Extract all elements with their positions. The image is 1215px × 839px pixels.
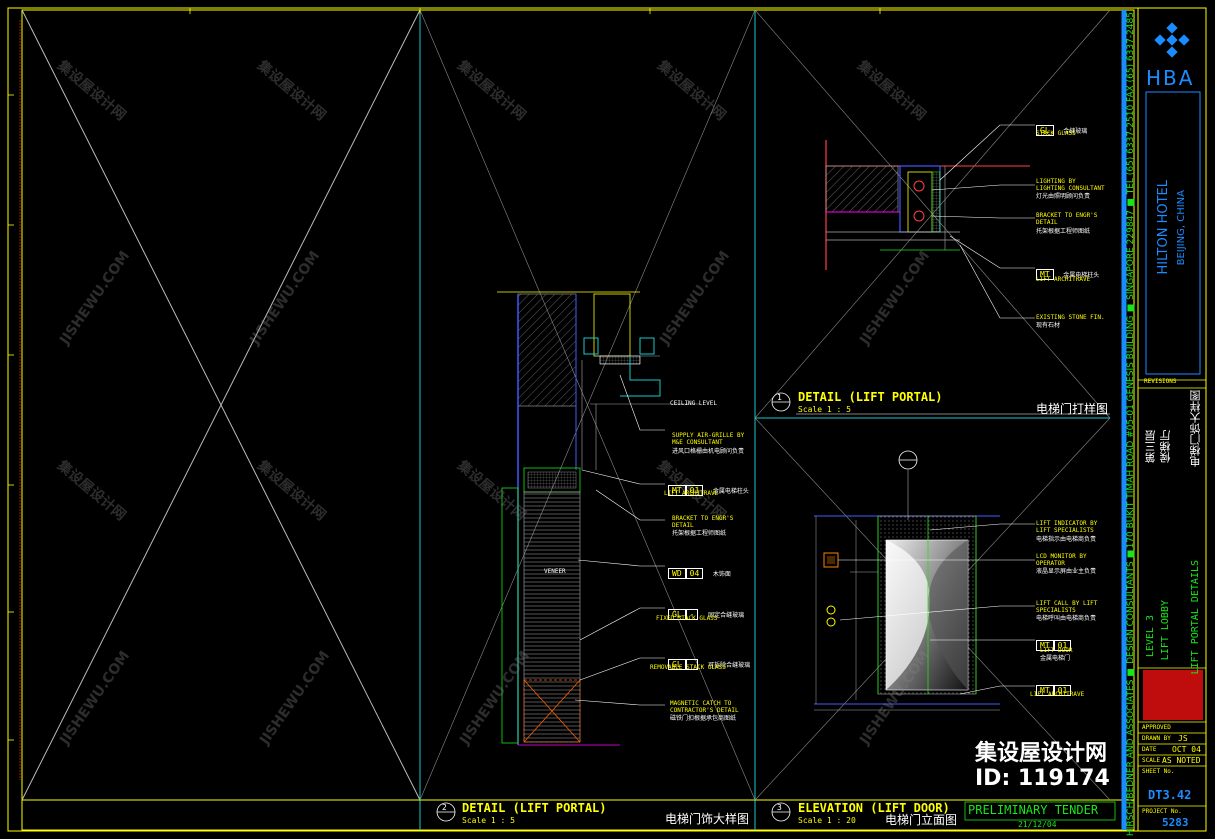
d1-number: 1	[777, 393, 782, 402]
drawn-by-value: JS	[1178, 734, 1188, 743]
d1-note-cn: 灯光由照明顾问负责	[1036, 193, 1091, 200]
d1-note-cn: 托架根据工程师图纸	[1036, 228, 1091, 235]
d2-note: BRACKET TO ENGR'S DETAIL	[672, 515, 734, 529]
d3-note: LIFT DOOR	[1040, 647, 1073, 654]
d1-note: LIFT ARCHITRAVE	[1036, 276, 1091, 283]
d2-veneer-label: VENEER	[544, 568, 566, 575]
consultant-line: HIRSCH/BEDNER AND ASSOCIATES ■ DESIGN CO…	[1126, 12, 1136, 837]
area-cn: 候梯厅	[1159, 430, 1172, 463]
hba-logo-text: HBA	[1146, 66, 1195, 90]
project-no-label: PROJECT No.	[1142, 808, 1182, 815]
d2-title-cn: 电梯门饰大样图	[665, 812, 750, 826]
watermark-brand-large: 集设屋设计网	[975, 741, 1108, 766]
d2-note-cn: 进风口格栅由机电顾问负责	[672, 448, 745, 455]
detail-1-plan	[825, 124, 1035, 319]
d3-note-cn: 电梯指示由电梯商负责	[1036, 536, 1097, 543]
sheet-border	[7, 7, 1207, 832]
date-value: OCT 04	[1172, 745, 1201, 754]
d1-title: DETAIL (LIFT PORTAL)	[798, 390, 943, 404]
sheet-title-cn: 电梯门饰大样图	[1189, 390, 1202, 467]
d1-title-cn: 电梯门打样图	[1036, 402, 1109, 416]
scale-label: SCALE	[1142, 757, 1161, 764]
d2-note-tag: WD 04 木饰面	[668, 561, 731, 580]
sheet-title: LIFT PORTAL DETAILS	[1190, 560, 1201, 675]
d2-ceiling-label: CEILING LEVEL	[670, 400, 717, 407]
d1-note-cn: 现有石材	[1036, 322, 1061, 329]
d1-note: STACK GLASS	[1036, 130, 1076, 137]
date-label: DATE	[1142, 746, 1157, 753]
stamp-date: 21/12/04	[1018, 820, 1057, 829]
d3-note: LIFT INDICATOR BY LIFT SPECIALISTS	[1036, 520, 1098, 534]
project-name: HILTON HOTEL	[1156, 180, 1171, 275]
d3-note-cn: 金属电梯门	[1040, 655, 1071, 662]
d3-note-cn: 液晶显示屏由业主负责	[1036, 568, 1097, 575]
revisions-label: REVISIONS	[1144, 378, 1177, 385]
d3-note: LCD MONITOR BY OPERATOR	[1036, 553, 1087, 567]
d3-note: LIFT CALL BY LIFT SPECIALISTS	[1036, 600, 1098, 614]
approved-label: APPROVED	[1142, 724, 1171, 731]
preliminary-tender-stamp: PRELIMINARY TENDER	[968, 803, 1099, 817]
d2-note: SUPPLY AIR-GRILLE BY M&E CONSULTANT	[672, 432, 745, 446]
d2-note-cn: 托架根据工程师图纸	[672, 530, 727, 537]
d1-note: BRACKET TO ENGR'S DETAIL	[1036, 212, 1098, 226]
scale-value: AS NOTED	[1162, 756, 1201, 765]
d3-note-cn: 电梯呼叫由电梯商负责	[1036, 615, 1097, 622]
d2-note: MAGNETIC CATCH TO CONTRACTOR'S DETAIL	[670, 700, 739, 714]
d2-note: LIFT ARCHITRAVE	[664, 490, 719, 497]
level-cn: 第三层	[1144, 430, 1157, 463]
d2-scale: Scale 1 : 5	[462, 816, 515, 825]
watermark-id: ID: 119174	[975, 766, 1110, 791]
d3-number: 3	[777, 803, 782, 812]
d2-number: 2	[442, 803, 447, 812]
level-label: LEVEL 3	[1145, 615, 1156, 658]
sheet-number: DT3.42	[1148, 788, 1192, 802]
d3-title-cn: 电梯门立面图	[885, 813, 958, 827]
project-location: BEIJING, CHINA	[1176, 190, 1187, 266]
detail-3-elevation	[814, 470, 1035, 711]
d1-scale: Scale 1 : 5	[798, 405, 851, 414]
d1-note: LIGHTING BY LIGHTING CONSULTANT	[1036, 178, 1105, 192]
d3-note: LIFT ARCHITRAVE	[1030, 691, 1085, 698]
d1-note: EXISTING STONE FIN.	[1036, 314, 1105, 321]
drawing-canvas	[7, 7, 1207, 832]
detail-2-section	[497, 291, 700, 746]
d2-note: REMOVABLE STACK GLASS	[650, 664, 726, 671]
d2-title: DETAIL (LIFT PORTAL)	[462, 801, 607, 815]
sheet-no-label: SHEET No.	[1142, 768, 1175, 775]
d2-note: FIXED STACK GLASS	[656, 615, 718, 622]
project-number: 5283	[1162, 816, 1189, 829]
drawn-by-label: DRAWN BY	[1142, 735, 1171, 742]
area-label: LIFT LOBBY	[1160, 600, 1171, 661]
d3-scale: Scale 1 : 20	[798, 816, 856, 825]
d2-note-cn: 磁铁门扣根据承包商图纸	[670, 715, 737, 722]
